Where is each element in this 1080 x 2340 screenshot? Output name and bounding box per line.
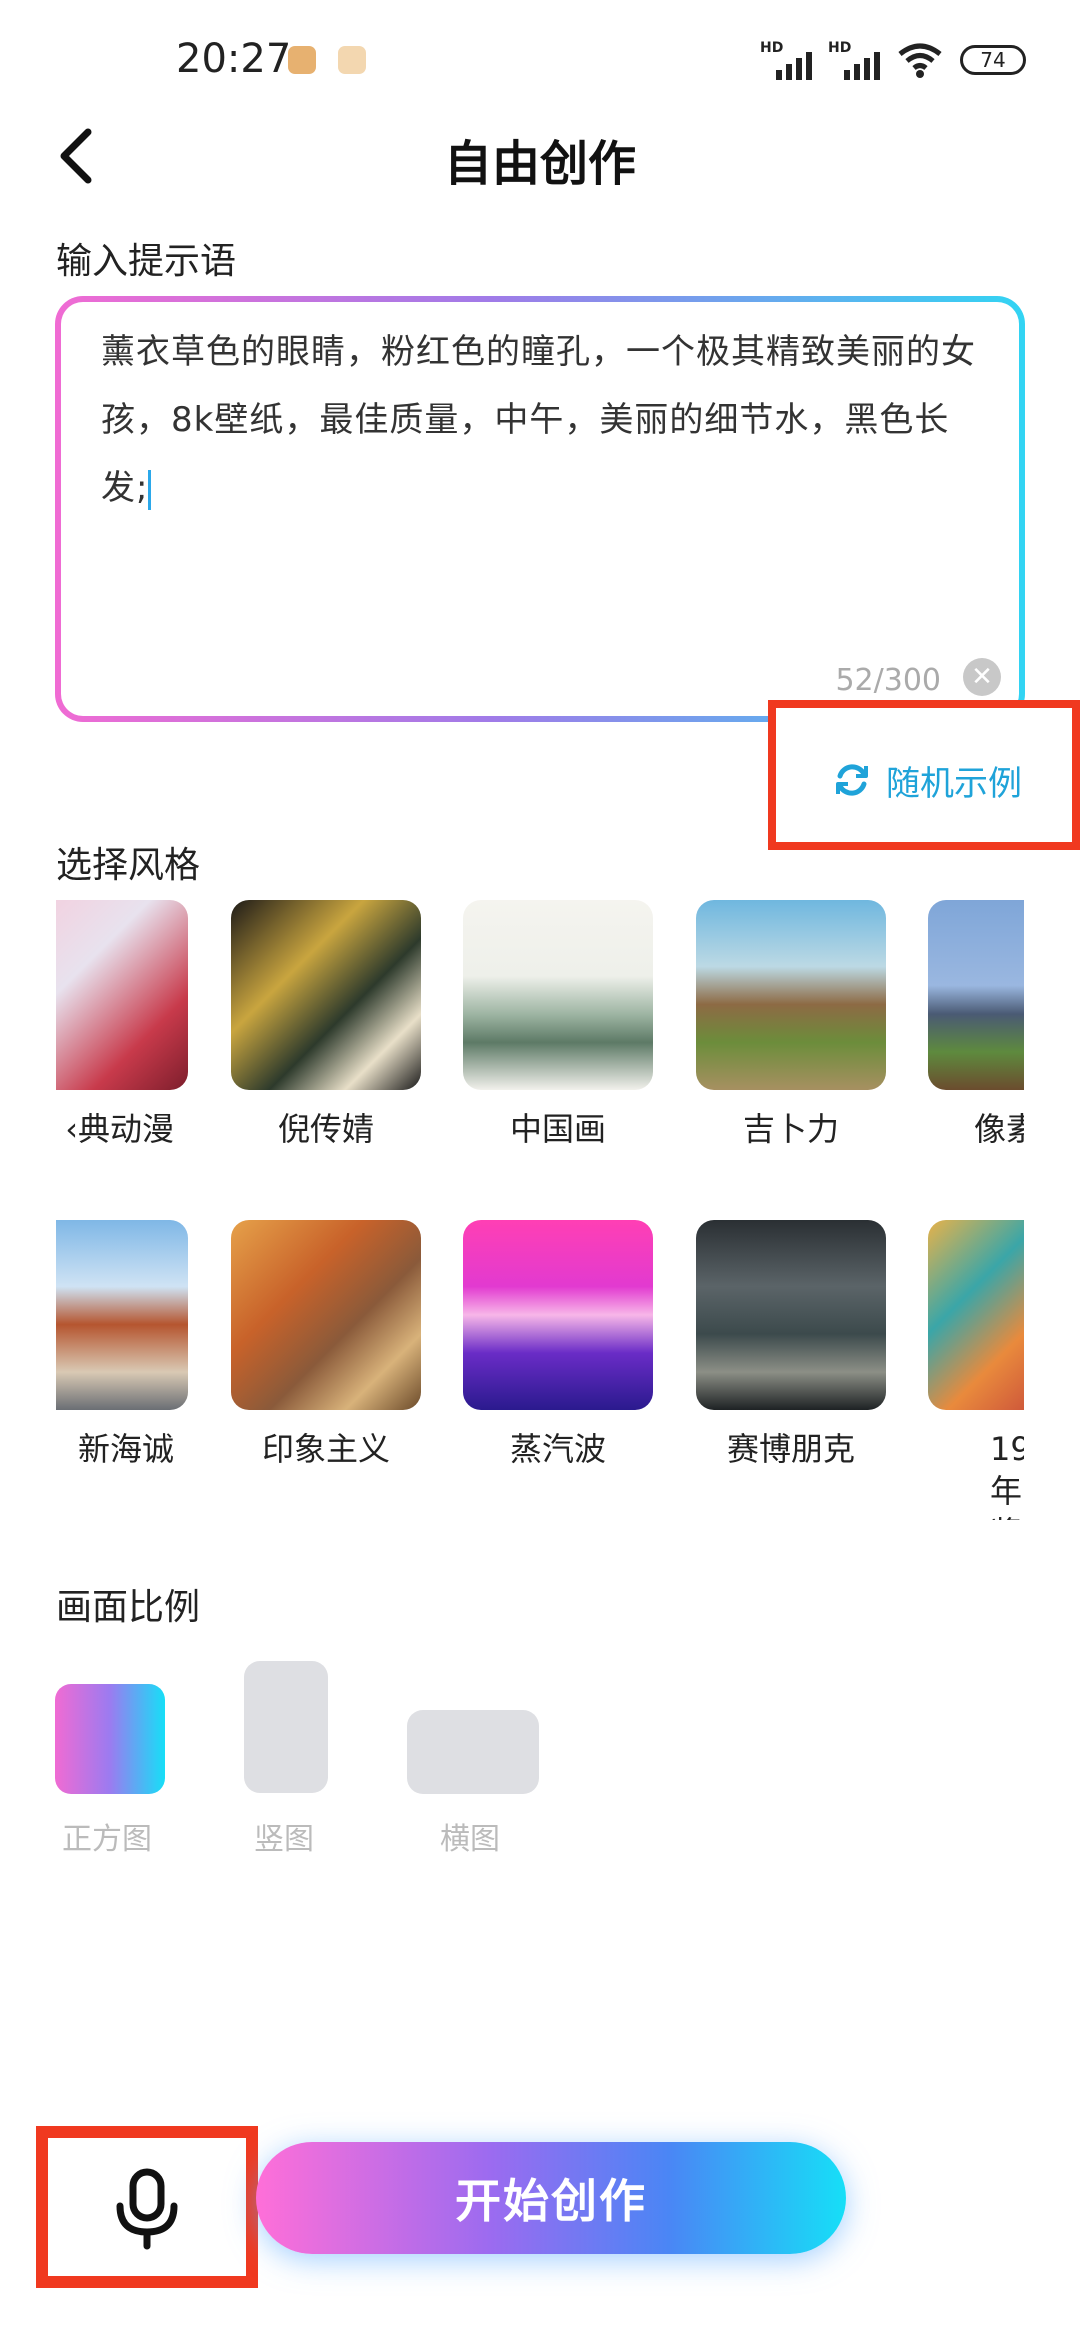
style-name: 像素 (974, 1110, 1024, 1148)
style-card-cyberpunk[interactable]: 赛博朋克 (696, 1220, 886, 1470)
wifi-icon (898, 43, 942, 78)
style-name: 新海诚 (77, 1430, 174, 1468)
prompt-section-label: 输入提示语 (56, 241, 237, 282)
style-card-vaporwave[interactable]: 蒸汽波 (463, 1220, 653, 1470)
char-counter: 52/300 (835, 663, 941, 698)
style-row: 新海诚 印象主义 蒸汽波 赛博朋克 1950年 浆科幻 (56, 1220, 1024, 1520)
page-title: 自由创作 (443, 136, 636, 192)
style-name: 倪传婧 (277, 1110, 374, 1148)
prompt-input[interactable]: 薰衣草色的眼睛，粉红色的瞳孔，一个极其精致美丽的女孩，8k壁纸，最佳质量，中午，… (61, 302, 1019, 716)
style-row: ‹典动漫 倪传婧 中国画 吉卜力 像素 (56, 900, 1024, 1150)
style-thumbnail (56, 900, 188, 1090)
notification-app-icon (288, 46, 316, 74)
style-thumbnail (463, 1220, 653, 1410)
style-name: ‹典动漫 (65, 1110, 174, 1148)
style-thumbnail (231, 1220, 421, 1410)
signal-icon: HD (760, 40, 812, 80)
style-card-chinese-painting[interactable]: 中国画 (463, 900, 653, 1150)
style-card-pixel[interactable]: 像素 (928, 900, 1024, 1150)
style-card-ni-chuanjing[interactable]: 倪传婧 (231, 900, 421, 1150)
style-card-ghibli[interactable]: 吉卜力 (696, 900, 886, 1150)
notification-app-icon (338, 46, 366, 74)
style-thumbnail (463, 900, 653, 1090)
ratio-label: 竖图 (254, 1822, 314, 1857)
status-time: 20:27 (176, 36, 292, 82)
landscape-ratio-icon (407, 1710, 539, 1794)
ratio-section-label: 画面比例 (56, 1587, 201, 1628)
style-thumbnail (696, 900, 886, 1090)
style-section-label: 选择风格 (56, 845, 201, 886)
status-indicators: HD HD 74 (760, 40, 1026, 80)
prompt-text[interactable]: 薰衣草色的眼睛，粉红色的瞳孔，一个极其精致美丽的女孩，8k壁纸，最佳质量，中午，… (101, 318, 991, 522)
random-example-label: 随机示例 (886, 764, 1022, 804)
style-name: 中国画 (509, 1110, 606, 1148)
style-name: 1950年 浆科幻 (990, 1430, 1024, 1520)
battery-icon: 74 (960, 45, 1026, 75)
status-bar: 20:27 HD HD 74 (0, 0, 1080, 120)
style-thumbnail (928, 1220, 1024, 1410)
style-thumbnail (231, 900, 421, 1090)
square-ratio-icon (55, 1684, 165, 1794)
ratio-label: 横图 (440, 1822, 500, 1857)
style-card-impressionism[interactable]: 印象主义 (231, 1220, 421, 1470)
voice-input-button[interactable] (36, 2126, 258, 2288)
style-name: 蒸汽波 (509, 1430, 606, 1468)
ratio-label: 正方图 (62, 1822, 152, 1857)
style-thumbnail (696, 1220, 886, 1410)
style-thumbnail (928, 900, 1024, 1090)
style-card-classic-anime[interactable]: ‹典动漫 (56, 900, 188, 1150)
portrait-ratio-icon (244, 1661, 328, 1793)
start-create-button[interactable]: 开始创作 (256, 2142, 846, 2254)
style-name: 赛博朋克 (726, 1430, 855, 1468)
text-caret (148, 469, 152, 510)
close-icon: ✕ (971, 662, 993, 692)
style-name: 印象主义 (261, 1430, 390, 1468)
style-name: 吉卜力 (742, 1110, 839, 1148)
prompt-input-frame[interactable]: 薰衣草色的眼睛，粉红色的瞳孔，一个极其精致美丽的女孩，8k壁纸，最佳质量，中午，… (55, 296, 1025, 722)
random-example-button[interactable]: 随机示例 (768, 700, 1080, 850)
style-card-1950s-pulp-scifi[interactable]: 1950年 浆科幻 (928, 1220, 1024, 1520)
clear-text-button[interactable]: ✕ (963, 658, 1001, 696)
style-thumbnail (56, 1220, 188, 1410)
microphone-icon (116, 2168, 178, 2250)
style-card-makoto-shinkai[interactable]: 新海诚 (56, 1220, 188, 1470)
refresh-icon (836, 764, 868, 796)
signal-icon: HD (828, 40, 880, 80)
